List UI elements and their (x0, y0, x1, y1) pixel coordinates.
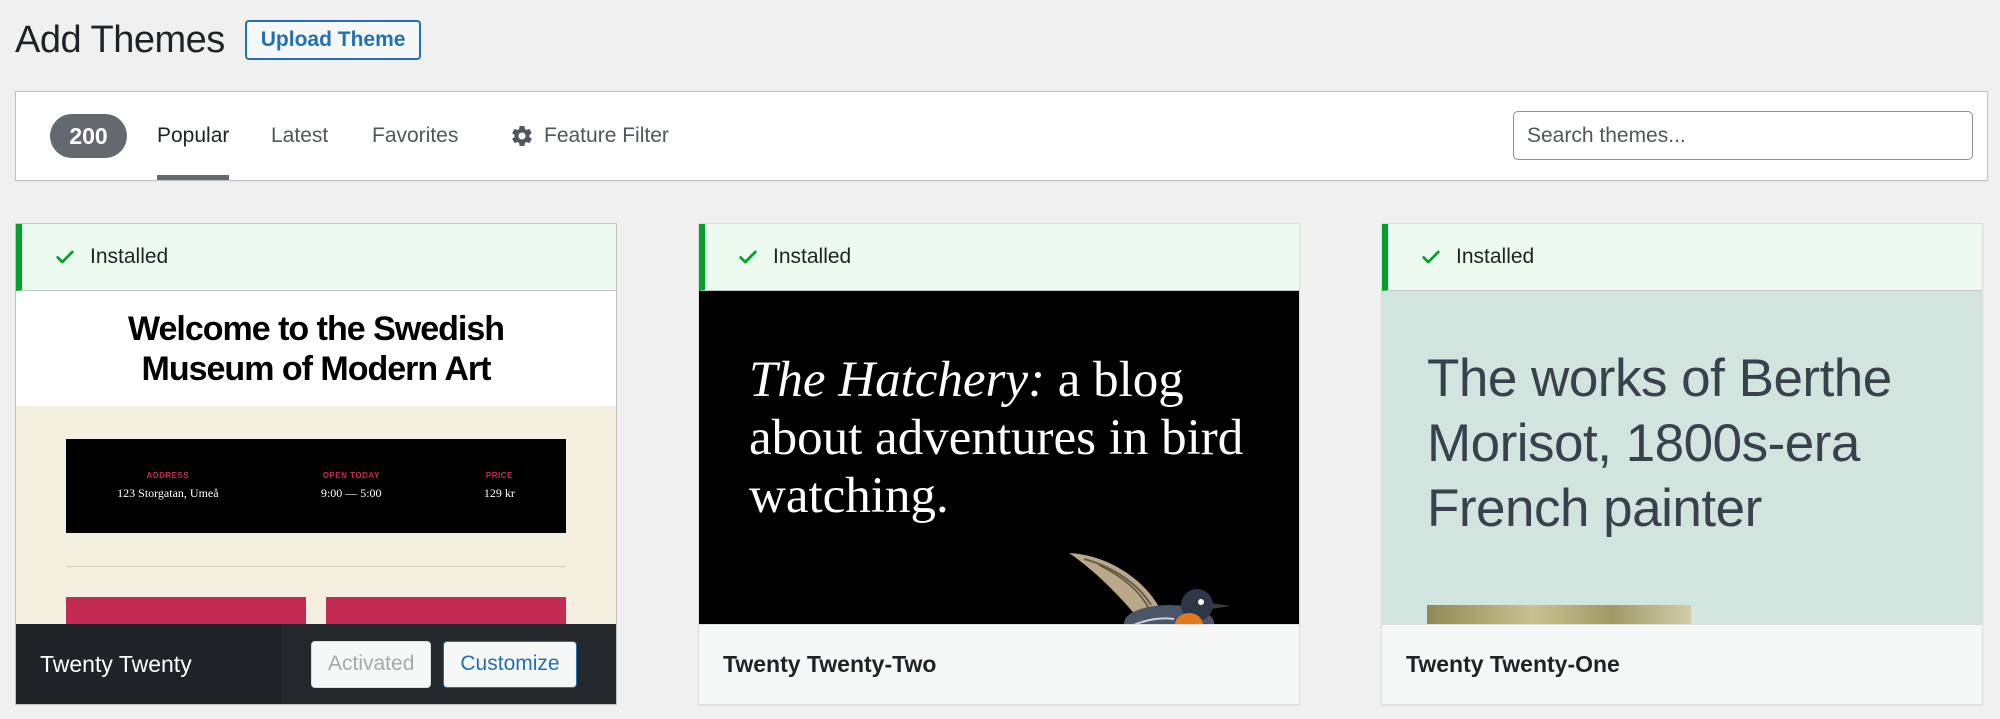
theme-card-twenty-twenty-one[interactable]: Installed The works of Berthe Morisot, 1… (1381, 223, 1983, 705)
theme-screenshot[interactable]: Welcome to the Swedish Museum of Modern … (16, 291, 616, 625)
preview-block (326, 597, 566, 625)
installed-notice: Installed (699, 224, 1299, 291)
preview-info-address: ADDRESS 123 Storgatan, Umeå (117, 471, 218, 501)
search-themes-input[interactable] (1513, 111, 1973, 160)
checkmark-icon (56, 250, 74, 264)
installed-label: Installed (773, 245, 852, 268)
feature-filter-button[interactable]: Feature Filter (510, 92, 669, 180)
upload-theme-button[interactable]: Upload Theme (244, 20, 422, 60)
tab-latest[interactable]: Latest (271, 92, 328, 180)
theme-name: Twenty Twenty-Two (723, 651, 937, 677)
theme-name: Twenty Twenty (40, 650, 192, 677)
page-title: Add Themes (15, 18, 225, 61)
preview-heading-italic: The Hatchery: (749, 352, 1045, 408)
theme-footer: Twenty Twenty Activated Customize (16, 624, 616, 704)
theme-footer: Twenty Twenty-One (1382, 624, 1982, 704)
preview-block (66, 597, 306, 625)
preview-heading: Welcome to the Swedish Museum of Modern … (127, 309, 505, 388)
theme-actions: Activated Customize (311, 640, 577, 688)
theme-card-twenty-twenty[interactable]: Installed Welcome to the Swedish Museum … (15, 223, 617, 705)
checkmark-icon (1422, 250, 1440, 264)
activated-button: Activated (311, 640, 432, 688)
theme-filter-bar: 200 Popular Latest Favorites Feature Fil… (15, 91, 1988, 181)
preview-info-box: ADDRESS 123 Storgatan, Umeå OPEN TODAY 9… (66, 439, 566, 533)
installed-notice: Installed (16, 224, 616, 291)
preview-info-price: PRICE 129 kr (484, 471, 515, 501)
info-label: PRICE (485, 471, 513, 480)
gear-icon (512, 126, 532, 147)
theme-footer: Twenty Twenty-Two (699, 624, 1299, 704)
info-value: 123 Storgatan, Umeå (117, 486, 219, 500)
preview-heading: The works of Berthe Morisot, 1800s-era F… (1427, 349, 1892, 538)
installed-notice: Installed (1382, 224, 1982, 291)
info-label: ADDRESS (146, 471, 190, 480)
tab-favorites[interactable]: Favorites (372, 92, 458, 180)
preview-header: Welcome to the Swedish Museum of Modern … (16, 291, 616, 406)
info-label: OPEN TODAY (322, 471, 380, 480)
customize-button[interactable]: Customize (443, 640, 577, 688)
tab-popular[interactable]: Popular (157, 92, 230, 180)
theme-card-twenty-twenty-two[interactable]: Installed The Hatchery: a blog about adv… (698, 223, 1300, 705)
preview-painting-image (1427, 605, 1691, 625)
preview-body: ADDRESS 123 Storgatan, Umeå OPEN TODAY 9… (16, 406, 616, 625)
theme-screenshot[interactable]: The works of Berthe Morisot, 1800s-era F… (1382, 291, 1982, 625)
preview-info-hours: OPEN TODAY 9:00 — 5:00 (321, 471, 382, 501)
theme-count-badge: 200 (50, 114, 127, 158)
info-value: 129 kr (483, 486, 515, 500)
theme-name: Twenty Twenty-One (1406, 651, 1620, 677)
feature-filter-label: Feature Filter (544, 124, 669, 147)
preview-divider (66, 566, 566, 567)
info-value: 9:00 — 5:00 (320, 486, 382, 500)
theme-screenshot[interactable]: The Hatchery: a blog about adventures in… (699, 291, 1299, 625)
checkmark-icon (739, 250, 757, 264)
page-header: Add Themes Upload Theme (15, 18, 422, 62)
installed-label: Installed (90, 245, 169, 268)
bird-illustration-icon (1069, 553, 1231, 625)
installed-label: Installed (1456, 245, 1535, 268)
preview-heading: The Hatchery: a blog about adventures in… (749, 351, 1259, 525)
theme-name-area: Twenty Twenty (16, 624, 281, 704)
